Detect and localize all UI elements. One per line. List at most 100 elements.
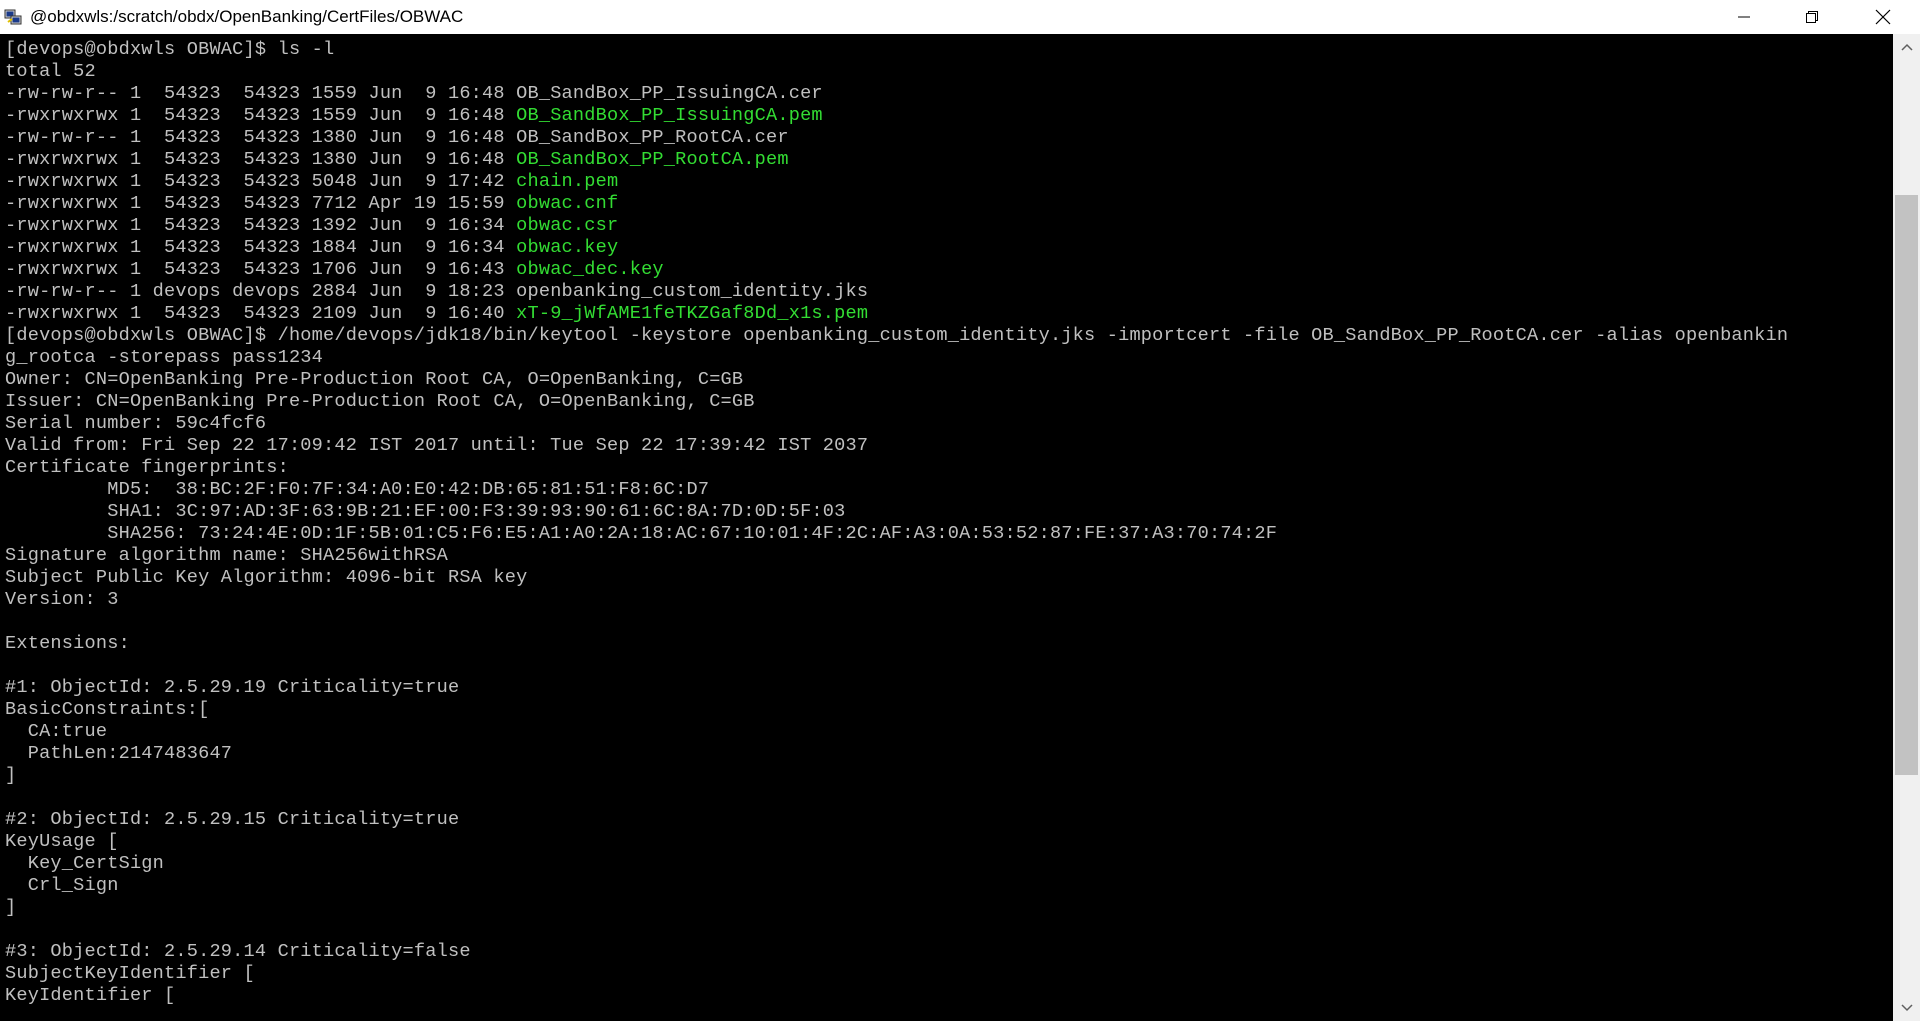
terminal-line: PathLen:2147483647	[5, 743, 232, 765]
chevron-down-icon	[1900, 1004, 1913, 1012]
terminal-line: KeyUsage [	[5, 831, 119, 853]
terminal-line: [devops@obdxwls OBWAC]$ /home/devops/jdk…	[5, 325, 1788, 347]
terminal-line: #2: ObjectId: 2.5.29.15 Criticality=true	[5, 809, 459, 831]
scroll-up-button[interactable]	[1893, 34, 1920, 60]
terminal-line-text: -rwxrwxrwx 1 54323 54323 1392 Jun 9 16:3…	[5, 215, 517, 236]
terminal-line: Subject Public Key Algorithm: 4096-bit R…	[5, 567, 527, 589]
terminal-line-text: SubjectKeyIdentifier [	[5, 963, 255, 984]
terminal-line: -rwxrwxrwx 1 54323 54323 1392 Jun 9 16:3…	[5, 215, 618, 237]
terminal-line: KeyIdentifier [	[5, 985, 175, 1007]
terminal-line-text: Extensions:	[5, 633, 130, 654]
terminal-line-text: Key_CertSign	[5, 853, 165, 874]
restore-icon	[1806, 11, 1818, 23]
terminal-line-text: -rwxrwxrwx 1 54323 54323 1559 Jun 9 16:4…	[5, 105, 517, 126]
terminal-line-text: CA:true	[5, 721, 108, 742]
file-name: OB_SandBox_PP_RootCA.cer	[516, 127, 789, 148]
close-button[interactable]	[1846, 0, 1920, 34]
terminal-line: Owner: CN=OpenBanking Pre-Production Roo…	[5, 369, 743, 391]
terminal-line: -rwxrwxrwx 1 54323 54323 2109 Jun 9 16:4…	[5, 303, 868, 325]
minimize-button[interactable]	[1710, 0, 1778, 34]
terminal-line: SubjectKeyIdentifier [	[5, 963, 255, 985]
terminal-line: Extensions:	[5, 633, 130, 655]
terminal-line: -rwxrwxrwx 1 54323 54323 1559 Jun 9 16:4…	[5, 105, 823, 127]
terminal-line-text: #1: ObjectId: 2.5.29.19 Criticality=true	[5, 677, 460, 698]
terminal-line: Serial number: 59c4fcf6	[5, 413, 266, 435]
terminal-line-text: Issuer: CN=OpenBanking Pre-Production Ro…	[5, 391, 755, 412]
terminal-line: -rwxrwxrwx 1 54323 54323 1884 Jun 9 16:3…	[5, 237, 618, 259]
terminal-line: -rw-rw-r-- 1 devops devops 2884 Jun 9 18…	[5, 281, 868, 303]
putty-icon	[4, 9, 22, 25]
terminal-line-text: -rw-rw-r-- 1 devops devops 2884 Jun 9 18…	[5, 281, 517, 302]
file-name: obwac_dec.key	[516, 259, 664, 280]
terminal-line: total 52	[5, 61, 96, 83]
terminal-line-text: -rwxrwxrwx 1 54323 54323 1884 Jun 9 16:3…	[5, 237, 517, 258]
file-name: OB_SandBox_PP_RootCA.pem	[516, 149, 789, 170]
terminal-line-text: Valid from: Fri Sep 22 17:09:42 IST 2017…	[5, 435, 869, 456]
terminal-line-text: BasicConstraints:[	[5, 699, 210, 720]
terminal-line: SHA256: 73:24:4E:0D:1F:5B:01:C5:F6:E5:A1…	[5, 523, 1277, 545]
terminal-line: Version: 3	[5, 589, 119, 611]
terminal-line-text: ]	[5, 765, 17, 786]
terminal-line-text: #3: ObjectId: 2.5.29.14 Criticality=fals…	[5, 941, 471, 962]
terminal-output[interactable]: [devops@obdxwls OBWAC]$ ls -l total 52 -rw…	[0, 34, 1893, 1021]
scroll-down-button[interactable]	[1893, 995, 1920, 1021]
terminal-line: -rwxrwxrwx 1 54323 54323 1380 Jun 9 16:4…	[5, 149, 789, 171]
terminal-line-text: -rw-rw-r-- 1 54323 54323 1559 Jun 9 16:4…	[5, 83, 517, 104]
terminal-line-text: -rwxrwxrwx 1 54323 54323 7712 Apr 19 15:…	[5, 193, 517, 214]
terminal-line-text: [devops@obdxwls OBWAC]$ /home/devops/jdk…	[5, 325, 1789, 346]
terminal-line-text: Version: 3	[5, 589, 119, 610]
title-bar: @obdxwls:/scratch/obdx/OpenBanking/CertF…	[0, 0, 1920, 34]
terminal-line-text: KeyIdentifier [	[5, 985, 176, 1006]
terminal-line: Key_CertSign	[5, 853, 164, 875]
terminal-line-text: -rwxrwxrwx 1 54323 54323 2109 Jun 9 16:4…	[5, 303, 517, 324]
terminal-line: SHA1: 3C:97:AD:3F:63:9B:21:EF:00:F3:39:9…	[5, 501, 846, 523]
minimize-icon	[1738, 16, 1750, 18]
vertical-scrollbar[interactable]	[1893, 34, 1920, 1021]
terminal-line-text: -rwxrwxrwx 1 54323 54323 5048 Jun 9 17:4…	[5, 171, 517, 192]
terminal-line: -rw-rw-r-- 1 54323 54323 1559 Jun 9 16:4…	[5, 83, 823, 105]
terminal-line: #1: ObjectId: 2.5.29.19 Criticality=true	[5, 677, 459, 699]
terminal-line-text: Subject Public Key Algorithm: 4096-bit R…	[5, 567, 528, 588]
chevron-up-icon	[1900, 43, 1913, 51]
terminal-line-text: MD5: 38:BC:2F:F0:7F:34:A0:E0:42:DB:65:81…	[5, 479, 710, 500]
file-name: obwac.csr	[516, 215, 619, 236]
terminal-line-text: -rwxrwxrwx 1 54323 54323 1706 Jun 9 16:4…	[5, 259, 517, 280]
terminal-line: ]	[5, 897, 16, 919]
terminal-line: -rw-rw-r-- 1 54323 54323 1380 Jun 9 16:4…	[5, 127, 789, 149]
terminal-line-text: Owner: CN=OpenBanking Pre-Production Roo…	[5, 369, 744, 390]
terminal-line-text: Serial number: 59c4fcf6	[5, 413, 267, 434]
file-name: OB_SandBox_PP_IssuingCA.cer	[516, 83, 823, 104]
window-title: @obdxwls:/scratch/obdx/OpenBanking/CertF…	[30, 7, 464, 26]
terminal-line: Signature algorithm name: SHA256withRSA	[5, 545, 448, 567]
terminal-line: BasicConstraints:[	[5, 699, 209, 721]
terminal-line-text: g_rootca -storepass pass1234	[5, 347, 324, 368]
terminal-line: [devops@obdxwls OBWAC]$ ls -l	[5, 39, 334, 61]
terminal-line: -rwxrwxrwx 1 54323 54323 5048 Jun 9 17:4…	[5, 171, 618, 193]
terminal-line: ]	[5, 765, 16, 787]
terminal-line: -rwxrwxrwx 1 54323 54323 7712 Apr 19 15:…	[5, 193, 618, 215]
scrollbar-thumb[interactable]	[1895, 194, 1918, 775]
file-name: OB_SandBox_PP_IssuingCA.pem	[516, 105, 823, 126]
terminal-line-text: -rwxrwxrwx 1 54323 54323 1380 Jun 9 16:4…	[5, 149, 517, 170]
terminal-line: MD5: 38:BC:2F:F0:7F:34:A0:E0:42:DB:65:81…	[5, 479, 709, 501]
terminal-line: #3: ObjectId: 2.5.29.14 Criticality=fals…	[5, 941, 471, 963]
terminal-line-text: [devops@obdxwls OBWAC]$ ls -l	[5, 39, 335, 60]
terminal-line: Certificate fingerprints:	[5, 457, 289, 479]
terminal-line-text: total 52	[5, 61, 96, 82]
terminal-line: g_rootca -storepass pass1234	[5, 347, 323, 369]
file-name: obwac.cnf	[516, 193, 619, 214]
terminal-line: Issuer: CN=OpenBanking Pre-Production Ro…	[5, 391, 755, 413]
terminal-line-text: Crl_Sign	[5, 875, 119, 896]
close-icon	[1875, 9, 1891, 25]
file-name: openbanking_custom_identity.jks	[516, 281, 869, 302]
terminal-line: Valid from: Fri Sep 22 17:09:42 IST 2017…	[5, 435, 868, 457]
file-name: obwac.key	[516, 237, 619, 258]
terminal-line: Crl_Sign	[5, 875, 119, 897]
terminal-line-text: Signature algorithm name: SHA256withRSA	[5, 545, 448, 566]
restore-button[interactable]	[1778, 0, 1846, 34]
terminal-line: CA:true	[5, 721, 107, 743]
terminal-line: -rwxrwxrwx 1 54323 54323 1706 Jun 9 16:4…	[5, 259, 664, 281]
file-name: xT-9_jWfAME1feTKZGaf8Dd_x1s.pem	[516, 303, 869, 324]
terminal-line-text: -rw-rw-r-- 1 54323 54323 1380 Jun 9 16:4…	[5, 127, 517, 148]
file-name: chain.pem	[516, 171, 619, 192]
